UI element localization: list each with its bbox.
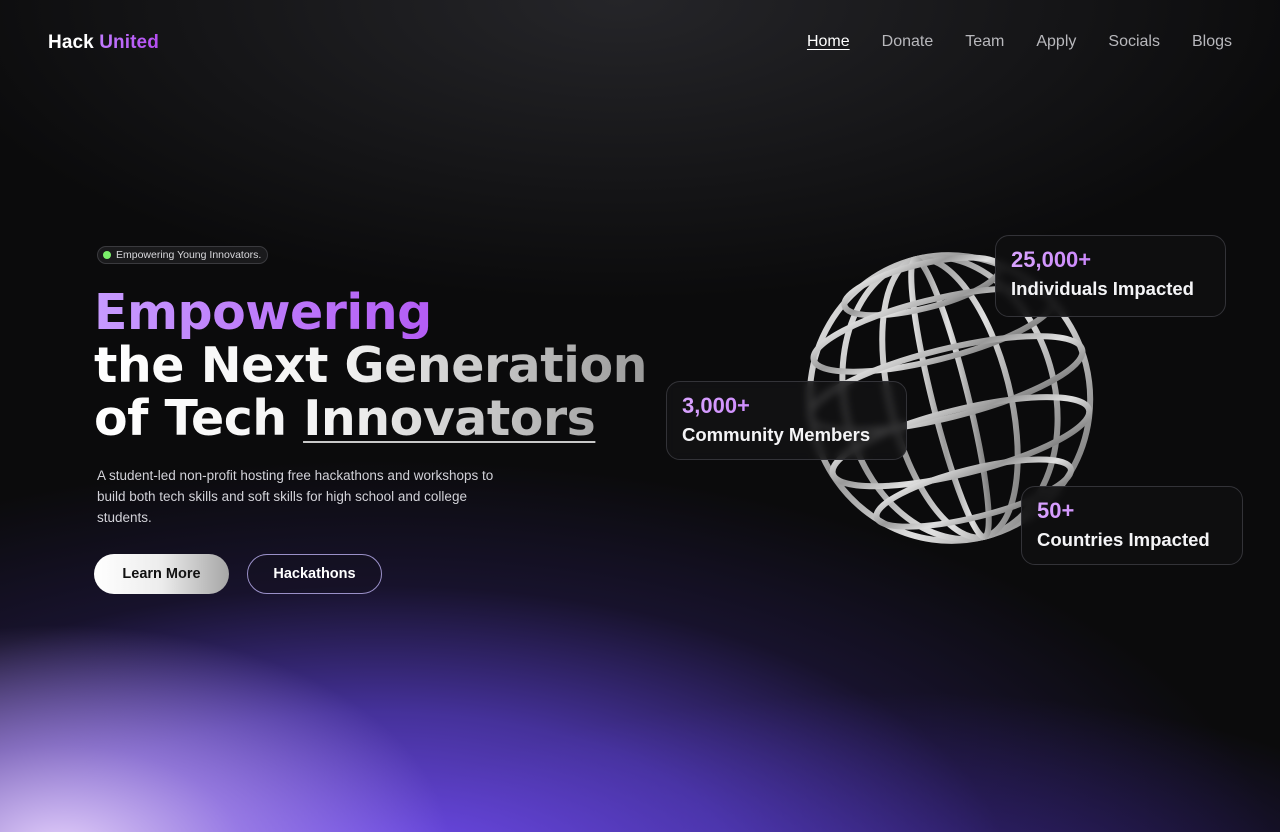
stat-card-countries: 50+ Countries Impacted <box>1021 486 1243 565</box>
stat-label: Individuals Impacted <box>1011 278 1194 299</box>
headline-line-2: the Next Generation <box>94 337 648 394</box>
stat-card-individuals: 25,000+ Individuals Impacted <box>995 235 1226 317</box>
hero-badge: Empowering Young Innovators. <box>97 246 269 264</box>
headline-underlined-word: Innovators <box>303 390 596 447</box>
nav-link-socials[interactable]: Socials <box>1108 33 1160 50</box>
nav-link-team[interactable]: Team <box>965 33 1004 50</box>
brand-logo[interactable]: Hack United <box>48 32 159 54</box>
nav-link-home[interactable]: Home <box>807 33 850 50</box>
stat-value: 50+ <box>1037 498 1227 524</box>
stat-card-community: 3,000+ Community Members <box>666 381 907 460</box>
hero-headline: Empowering the Next Generation of Tech I… <box>94 286 648 445</box>
nav-link-apply[interactable]: Apply <box>1036 33 1076 50</box>
stat-value: 3,000+ <box>682 393 891 419</box>
hero-description: A student-led non-profit hosting free ha… <box>97 468 494 525</box>
hero-badge-label: Empowering Young Innovators. <box>116 249 262 261</box>
headline-line-1: Empowering <box>94 286 647 339</box>
status-dot-icon <box>103 251 111 259</box>
headline-line-3: of Tech Innovators <box>94 392 647 445</box>
nav-link-donate[interactable]: Donate <box>882 33 934 50</box>
stat-label: Countries Impacted <box>1037 529 1210 550</box>
stat-value: 25,000+ <box>1011 247 1210 273</box>
stat-label: Community Members <box>682 424 871 445</box>
headline-line-3-start: of Tech <box>94 390 304 447</box>
top-navbar: Hack United Home Donate Team Apply Socia… <box>0 0 1280 86</box>
nav-menu: Home Donate Team Apply Socials Blogs <box>807 33 1232 51</box>
brand-name-part1: Hack <box>48 32 94 53</box>
hackathons-button[interactable]: Hackathons <box>247 554 382 594</box>
learn-more-button[interactable]: Learn More <box>94 554 229 594</box>
brand-name-part2: United <box>99 32 159 53</box>
nav-link-blogs[interactable]: Blogs <box>1192 33 1232 50</box>
